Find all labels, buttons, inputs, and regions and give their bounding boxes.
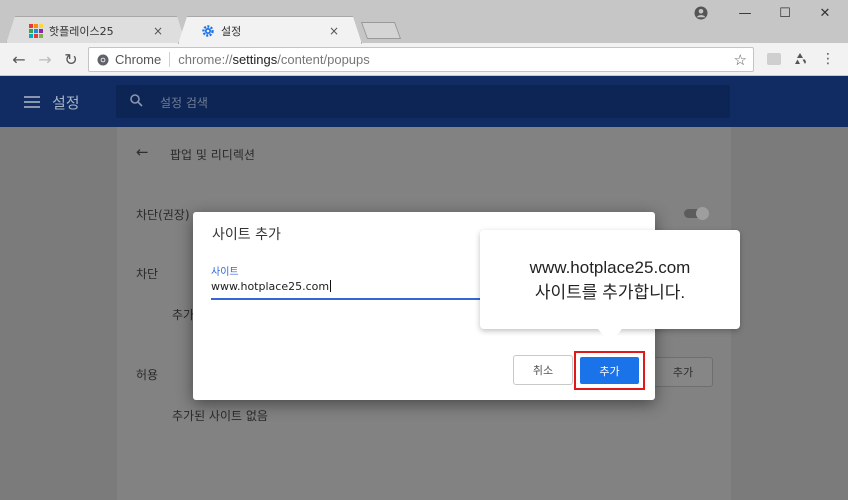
callout-line-2: 사이트를 추가합니다. — [534, 282, 686, 302]
hamburger-menu-icon[interactable] — [24, 96, 40, 108]
close-window-icon[interactable]: ✕ — [806, 2, 844, 24]
profile-icon[interactable] — [682, 2, 720, 24]
new-tab-button[interactable] — [360, 22, 402, 39]
bookmark-star-icon[interactable]: ☆ — [734, 51, 747, 69]
search-placeholder: 설정 검색 — [160, 96, 208, 110]
settings-gear-icon — [202, 24, 214, 37]
site-input-value: www.hotplace25.com — [211, 280, 330, 293]
highlight-box: 추가 — [574, 351, 645, 390]
hotplace-favicon-icon — [29, 23, 43, 38]
allow-empty-text: 추가된 사이트 없음 — [172, 409, 268, 423]
tab-label: 핫플레이스25 — [49, 24, 114, 38]
forward-icon[interactable]: → — [34, 48, 56, 70]
url-text: chrome://settings/content/popups — [178, 52, 370, 67]
site-chip[interactable]: Chrome — [89, 52, 171, 67]
browser-tab-strip: 핫플레이스25 × 설정 × — ☐ ✕ — [0, 0, 848, 44]
settings-header: 설정 설정 검색 — [0, 76, 848, 127]
chrome-icon — [97, 54, 109, 65]
instruction-callout: www.hotplace25.com 사이트를 추가합니다. — [480, 230, 740, 343]
blocked-recommended-label: 차단(권장) — [136, 208, 190, 222]
recycle-extension-icon[interactable] — [790, 49, 810, 69]
tab-close-icon[interactable]: × — [329, 24, 339, 38]
dialog-title: 사이트 추가 — [212, 227, 281, 243]
site-label: Chrome — [115, 52, 162, 67]
back-arrow-icon[interactable]: ← — [136, 143, 149, 161]
site-field-label: 사이트 — [211, 267, 239, 278]
address-bar[interactable]: Chrome chrome://settings/content/popups … — [88, 47, 754, 72]
back-icon[interactable]: ← — [8, 48, 30, 70]
allow-section-label: 허용 — [136, 368, 159, 382]
block-section-label: 차단 — [136, 267, 159, 281]
add-button[interactable]: 추가 — [580, 357, 639, 384]
reload-icon[interactable]: ↻ — [60, 48, 82, 70]
extension-icon[interactable] — [764, 49, 784, 69]
cancel-button[interactable]: 취소 — [513, 355, 573, 385]
settings-title: 설정 — [52, 94, 80, 112]
text-caret — [330, 280, 332, 292]
popup-block-toggle[interactable] — [682, 207, 710, 220]
settings-search-input[interactable]: 설정 검색 — [116, 85, 730, 118]
maximize-icon[interactable]: ☐ — [766, 2, 804, 24]
callout-line-1: www.hotplace25.com — [529, 257, 691, 277]
page-title: 팝업 및 리디렉션 — [170, 148, 255, 162]
tab-close-icon[interactable]: × — [153, 24, 163, 38]
search-icon — [130, 94, 143, 107]
block-add-text: 추가 — [172, 308, 195, 322]
chrome-menu-icon[interactable]: ⋮ — [818, 49, 838, 69]
tab-hotplace25[interactable]: 핫플레이스25 × — [6, 16, 186, 44]
minimize-icon[interactable]: — — [726, 2, 764, 24]
browser-toolbar: ← → ↻ Chrome chrome://settings/content/p… — [0, 43, 848, 76]
allow-add-button[interactable]: 추가 — [653, 357, 713, 387]
tab-label: 설정 — [221, 24, 242, 38]
tab-settings[interactable]: 설정 × — [178, 16, 362, 44]
